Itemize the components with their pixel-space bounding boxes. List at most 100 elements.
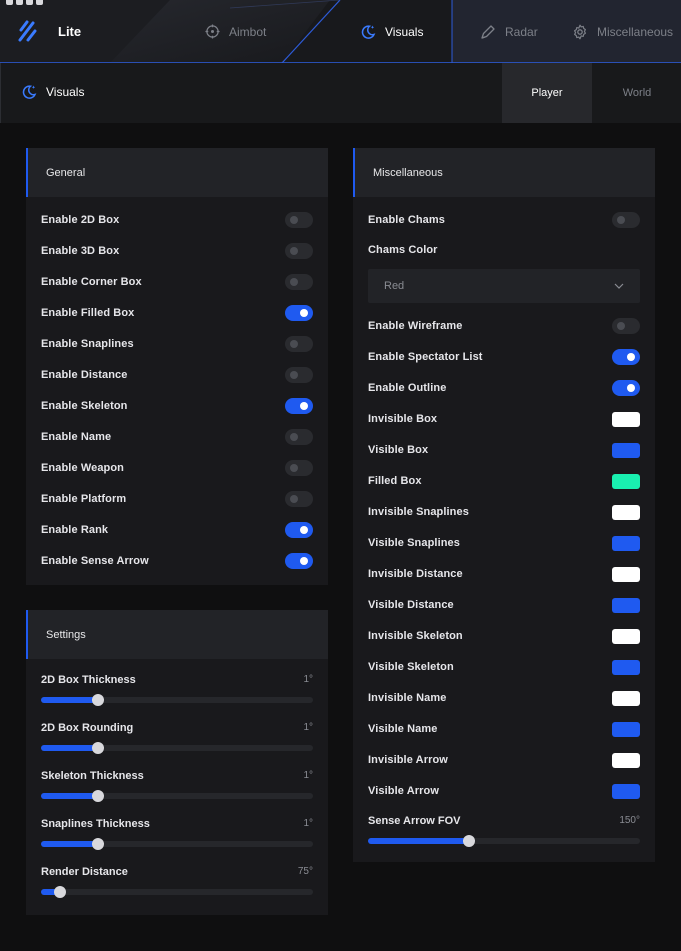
enable-spectator-list-label: Enable Spectator List — [368, 351, 483, 363]
enable-2d-box-row: Enable 2D Box — [41, 210, 313, 230]
visible-arrow-row: Visible Arrow — [368, 781, 640, 801]
invisible-snaplines-color-swatch[interactable] — [612, 504, 640, 520]
visible-skeleton-color-swatch[interactable] — [612, 659, 640, 675]
enable-corner-box-label: Enable Corner Box — [41, 276, 142, 288]
crosshair-icon — [205, 24, 220, 39]
enable-snaplines-row: Enable Snaplines — [41, 334, 313, 354]
page-title: Visuals — [21, 84, 84, 100]
enable-skeleton-toggle[interactable] — [285, 398, 313, 414]
visible-name-color-swatch[interactable] — [612, 721, 640, 737]
2d-box-rounding-track[interactable] — [41, 742, 313, 754]
top-navigation: Lite Aimbot Visuals Radar Miscellaneous — [0, 0, 681, 63]
enable-rank-toggle[interactable] — [285, 522, 313, 538]
enable-corner-box-row: Enable Corner Box — [41, 272, 313, 292]
gear-icon — [574, 24, 586, 39]
enable-distance-toggle[interactable] — [285, 367, 313, 383]
enable-snaplines-toggle[interactable] — [285, 336, 313, 352]
enable-corner-box-toggle[interactable] — [285, 274, 313, 290]
tab-miscellaneous[interactable]: Miscellaneous — [572, 0, 673, 63]
visible-snaplines-row: Visible Snaplines — [368, 533, 640, 553]
2d-box-thickness-slider: 2D Box Thickness 1° — [41, 674, 313, 714]
2d-box-thickness-label: 2D Box Thickness — [41, 674, 136, 686]
enable-name-toggle[interactable] — [285, 429, 313, 445]
enable-platform-toggle[interactable] — [285, 491, 313, 507]
chams-color-label: Chams Color — [368, 244, 438, 256]
visible-distance-color-swatch[interactable] — [612, 597, 640, 613]
enable-outline-label: Enable Outline — [368, 382, 447, 394]
enable-snaplines-label: Enable Snaplines — [41, 338, 134, 350]
enable-filled-box-toggle[interactable] — [285, 305, 313, 321]
chams-color-row: Chams Color — [368, 240, 640, 260]
render-distance-handle[interactable] — [54, 886, 67, 898]
snaplines-thickness-value: 1° — [303, 818, 313, 829]
enable-chams-toggle[interactable] — [612, 212, 640, 228]
visible-skeleton-label: Visible Skeleton — [368, 661, 454, 673]
2d-box-rounding-fill — [41, 745, 99, 751]
enable-spectator-list-toggle[interactable] — [612, 349, 640, 365]
2d-box-rounding-label: 2D Box Rounding — [41, 722, 134, 734]
invisible-arrow-label: Invisible Arrow — [368, 754, 448, 766]
visible-arrow-color-swatch[interactable] — [612, 783, 640, 799]
subtab-world[interactable]: World — [592, 63, 681, 123]
tab-visuals[interactable]: Visuals — [360, 0, 423, 63]
visible-snaplines-label: Visible Snaplines — [368, 537, 460, 549]
2d-box-rounding-handle[interactable] — [92, 742, 105, 754]
invisible-box-row: Invisible Box — [368, 409, 640, 429]
visible-snaplines-color-swatch[interactable] — [612, 535, 640, 551]
skeleton-thickness-track[interactable] — [41, 790, 313, 802]
enable-sense-arrow-toggle[interactable] — [285, 553, 313, 569]
render-distance-slider: Render Distance 75° — [41, 866, 313, 906]
2d-box-thickness-track[interactable] — [41, 694, 313, 706]
sense-arrow-fov-track[interactable] — [368, 835, 640, 847]
skeleton-thickness-handle[interactable] — [92, 790, 105, 802]
snaplines-thickness-slider: Snaplines Thickness 1° — [41, 818, 313, 858]
visible-box-color-swatch[interactable] — [612, 442, 640, 458]
tab-aimbot[interactable]: Aimbot — [205, 0, 266, 63]
tab-radar[interactable]: Radar — [480, 0, 538, 63]
enable-rank-row: Enable Rank — [41, 520, 313, 540]
invisible-name-color-swatch[interactable] — [612, 690, 640, 706]
chams-color-dropdown[interactable]: Red — [368, 269, 640, 303]
tab-miscellaneous-label: Miscellaneous — [597, 24, 674, 39]
brand: Lite — [18, 20, 81, 42]
chams-color-selected: Red — [384, 280, 405, 292]
visible-distance-label: Visible Distance — [368, 599, 454, 611]
enable-wireframe-label: Enable Wireframe — [368, 320, 463, 332]
enable-2d-box-toggle[interactable] — [285, 212, 313, 228]
filled-box-row: Filled Box — [368, 471, 640, 491]
invisible-arrow-color-swatch[interactable] — [612, 752, 640, 768]
invisible-skeleton-color-swatch[interactable] — [612, 628, 640, 644]
enable-name-label: Enable Name — [41, 431, 112, 443]
logo-icon — [18, 20, 37, 42]
visible-box-label: Visible Box — [368, 444, 429, 456]
window-dots — [6, 0, 46, 5]
snaplines-thickness-track[interactable] — [41, 838, 313, 850]
enable-wireframe-toggle[interactable] — [612, 318, 640, 334]
invisible-skeleton-row: Invisible Skeleton — [368, 626, 640, 646]
invisible-arrow-row: Invisible Arrow — [368, 750, 640, 770]
enable-spectator-list-row: Enable Spectator List — [368, 347, 640, 367]
enable-filled-box-label: Enable Filled Box — [41, 307, 135, 319]
skeleton-thickness-fill — [41, 793, 99, 799]
invisible-box-color-swatch[interactable] — [612, 411, 640, 427]
enable-outline-toggle[interactable] — [612, 380, 640, 396]
enable-chams-row: Enable Chams — [368, 210, 640, 230]
skeleton-thickness-slider: Skeleton Thickness 1° — [41, 770, 313, 810]
render-distance-track[interactable] — [41, 886, 313, 898]
filled-box-color-swatch[interactable] — [612, 473, 640, 489]
enable-3d-box-row: Enable 3D Box — [41, 241, 313, 261]
enable-skeleton-label: Enable Skeleton — [41, 400, 128, 412]
sense-arrow-fov-label: Sense Arrow FOV — [368, 815, 461, 827]
sub-header: Visuals Player World — [0, 63, 681, 123]
enable-3d-box-toggle[interactable] — [285, 243, 313, 259]
chevron-down-icon — [614, 283, 624, 289]
invisible-distance-color-swatch[interactable] — [612, 566, 640, 582]
snaplines-thickness-handle[interactable] — [92, 838, 105, 850]
enable-weapon-toggle[interactable] — [285, 460, 313, 476]
2d-box-thickness-handle[interactable] — [92, 694, 105, 706]
sense-arrow-fov-handle[interactable] — [462, 835, 475, 847]
2d-box-thickness-fill — [41, 697, 99, 703]
subtab-player[interactable]: Player — [502, 63, 592, 123]
filled-box-label: Filled Box — [368, 475, 422, 487]
enable-distance-label: Enable Distance — [41, 369, 128, 381]
